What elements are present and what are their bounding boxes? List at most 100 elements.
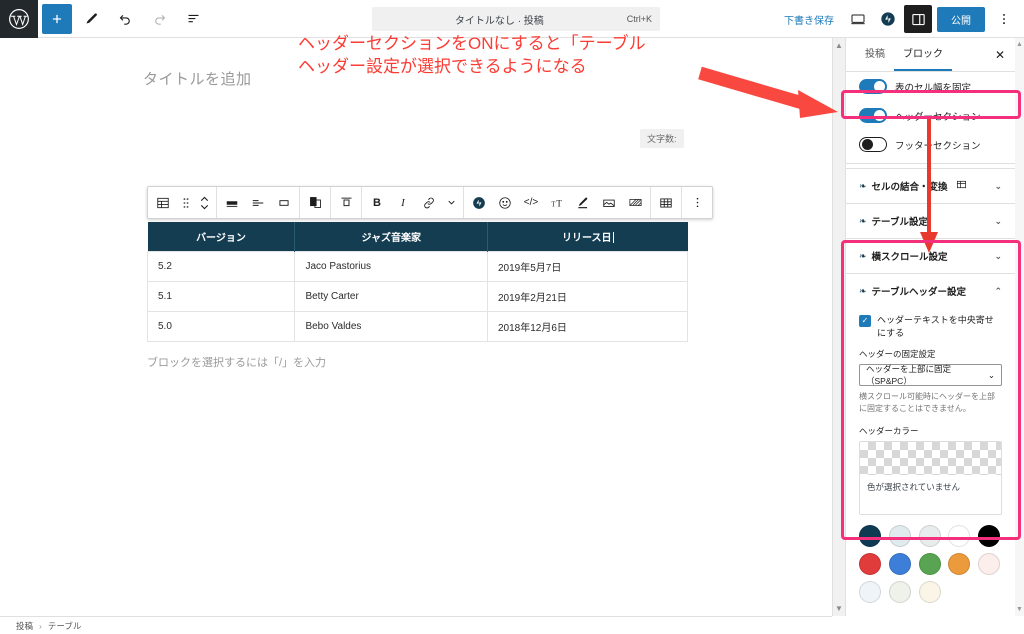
table-cell[interactable]: Bebo Valdes xyxy=(294,311,488,342)
toggle-row-footer-section[interactable]: フッターセクション xyxy=(846,130,1015,159)
italic-icon[interactable]: I xyxy=(390,187,416,218)
breadcrumb-item-table[interactable]: テーブル xyxy=(48,620,82,632)
table-cell[interactable]: 2019年5月7日 xyxy=(487,251,688,282)
move-up-down-icon[interactable] xyxy=(195,187,214,218)
color-swatch[interactable] xyxy=(859,581,881,604)
table-head: バージョン ジャズ音楽家 リリース日 xyxy=(147,222,688,252)
table-grid-icon xyxy=(956,179,967,193)
chevron-down-icon[interactable] xyxy=(442,187,461,218)
block-toolbar-group-cellstyle xyxy=(300,187,331,218)
word-count-badge: 文字数: xyxy=(640,129,684,148)
scroll-up-arrow-icon[interactable]: ▲ xyxy=(1016,41,1023,48)
editor-canvas: タイトルを追加 文字数: B I </> T T バージョン ジャズ音楽家 リリ… xyxy=(0,38,832,616)
drag-handle-icon[interactable] xyxy=(176,187,195,218)
ellipsis-vertical-icon[interactable] xyxy=(990,5,1018,33)
breadcrumb: 投稿 › テーブル xyxy=(0,616,832,634)
table-block[interactable]: バージョン ジャズ音楽家 リリース日 5.2 Jaco Pastorius 20… xyxy=(146,222,688,342)
block-insert-prompt[interactable]: ブロックを選択するには「/」を入力 xyxy=(147,354,326,370)
highlight-pen-icon[interactable] xyxy=(570,187,596,218)
align-full-icon[interactable] xyxy=(219,187,245,218)
table-header-cell-text: リリース日 xyxy=(562,233,612,244)
vertical-align-icon[interactable] xyxy=(333,187,359,218)
color-swatch[interactable] xyxy=(888,581,911,604)
svg-text:T: T xyxy=(551,201,556,208)
table-cell[interactable]: Betty Carter xyxy=(294,281,488,312)
emoji-icon[interactable] xyxy=(492,187,518,218)
text-caret xyxy=(612,232,614,243)
undo-button[interactable] xyxy=(110,4,140,34)
settings-sidebar-toggle[interactable] xyxy=(904,5,932,33)
color-swatch[interactable] xyxy=(978,553,1001,576)
jetpack-icon[interactable] xyxy=(466,187,492,218)
block-toolbar-group-valign xyxy=(331,187,362,218)
bold-icon[interactable]: B xyxy=(364,187,390,218)
color-swatch[interactable] xyxy=(948,553,971,576)
clear-color-link[interactable]: クリア xyxy=(846,613,1015,616)
post-title-placeholder[interactable]: タイトルを追加 xyxy=(143,68,252,89)
table-cell[interactable]: 5.0 xyxy=(146,311,296,342)
block-toolbar-group-table xyxy=(651,187,682,218)
tab-block[interactable]: ブロック xyxy=(894,38,952,71)
highlight-box-header-toggle xyxy=(841,90,1021,119)
table-row: 5.2 Jaco Pastorius 2019年5月7日 xyxy=(146,251,688,282)
table-cell[interactable]: 5.2 xyxy=(146,251,296,282)
tools-pencil-button[interactable] xyxy=(76,4,106,34)
block-toolbar-group-text: B I xyxy=(362,187,464,218)
more-options-icon[interactable] xyxy=(684,187,710,218)
code-icon[interactable]: </> xyxy=(518,187,544,218)
top-bar-actions: 下書き保存 公開 xyxy=(776,0,1018,38)
tab-post[interactable]: 投稿 xyxy=(856,38,894,71)
table-header-cell[interactable]: ジャズ音楽家 xyxy=(294,222,488,252)
panel-label: セルの結合・変換 xyxy=(871,182,948,193)
wordpress-logo-icon[interactable] xyxy=(0,0,38,38)
close-icon[interactable]: ✕ xyxy=(995,48,1005,62)
table-cell[interactable]: 2018年12月6日 xyxy=(487,311,688,342)
save-draft-button[interactable]: 下書き保存 xyxy=(776,12,842,27)
toggle-label: フッターセクション xyxy=(895,140,981,152)
command-center-bar[interactable]: タイトルなし · 投稿 Ctrl+K xyxy=(372,7,660,31)
font-size-icon[interactable]: TT xyxy=(544,187,570,218)
color-swatch[interactable] xyxy=(918,581,941,604)
toggle-footer-section[interactable] xyxy=(859,137,887,152)
block-toolbar-group-align xyxy=(217,187,300,218)
panel-table-settings[interactable]: ❧ テーブル設定 ⌄ xyxy=(846,203,1015,238)
color-swatch[interactable] xyxy=(859,553,881,576)
align-center-icon[interactable] xyxy=(271,187,297,218)
cell-style-icon[interactable] xyxy=(302,187,328,218)
link-icon[interactable] xyxy=(416,187,442,218)
table-block-icon[interactable] xyxy=(150,187,176,218)
divider xyxy=(846,163,1015,164)
jetpack-icon[interactable] xyxy=(874,5,902,33)
table-cell[interactable]: Jaco Pastorius xyxy=(294,251,488,282)
panel-cell-merge[interactable]: ❧ セルの結合・変換 ⌄ xyxy=(846,168,1015,203)
table-cell[interactable]: 2019年2月21日 xyxy=(487,281,688,312)
strike-pattern-icon[interactable] xyxy=(622,187,648,218)
block-toolbar-group-block xyxy=(148,187,217,218)
scroll-down-arrow-icon[interactable]: ▼ xyxy=(1016,606,1023,613)
table-cell[interactable]: 5.1 xyxy=(146,281,296,312)
table-options-icon[interactable] xyxy=(653,187,679,218)
highlight-box-header-panel xyxy=(841,240,1021,540)
redo-button[interactable] xyxy=(144,4,174,34)
table-header-cell[interactable]: リリース日 xyxy=(487,222,688,252)
align-left-icon[interactable] xyxy=(245,187,271,218)
command-center-shortcut: Ctrl+K xyxy=(626,14,652,24)
publish-button[interactable]: 公開 xyxy=(937,6,985,32)
toggle-knob xyxy=(862,139,873,150)
scroll-down-arrow-icon[interactable]: ▼ xyxy=(835,604,843,613)
list-view-button[interactable] xyxy=(178,4,208,34)
table-header-cell[interactable]: バージョン xyxy=(147,222,296,252)
inline-image-icon[interactable] xyxy=(596,187,622,218)
chevron-down-icon: ⌄ xyxy=(994,180,1002,191)
panel-label: テーブル設定 xyxy=(871,217,928,228)
svg-text:T: T xyxy=(556,199,562,209)
scroll-up-arrow-icon[interactable]: ▲ xyxy=(835,41,843,50)
breadcrumb-separator: › xyxy=(39,620,42,631)
breadcrumb-item-post[interactable]: 投稿 xyxy=(16,620,33,632)
add-block-button[interactable] xyxy=(42,3,72,34)
preview-monitor-icon[interactable] xyxy=(844,5,872,33)
color-swatch[interactable] xyxy=(888,553,911,576)
block-toolbar-group-format: </> TT xyxy=(464,187,651,218)
color-swatch[interactable] xyxy=(918,553,941,576)
sidebar-tabs: 投稿 ブロック ✕ xyxy=(846,38,1015,72)
